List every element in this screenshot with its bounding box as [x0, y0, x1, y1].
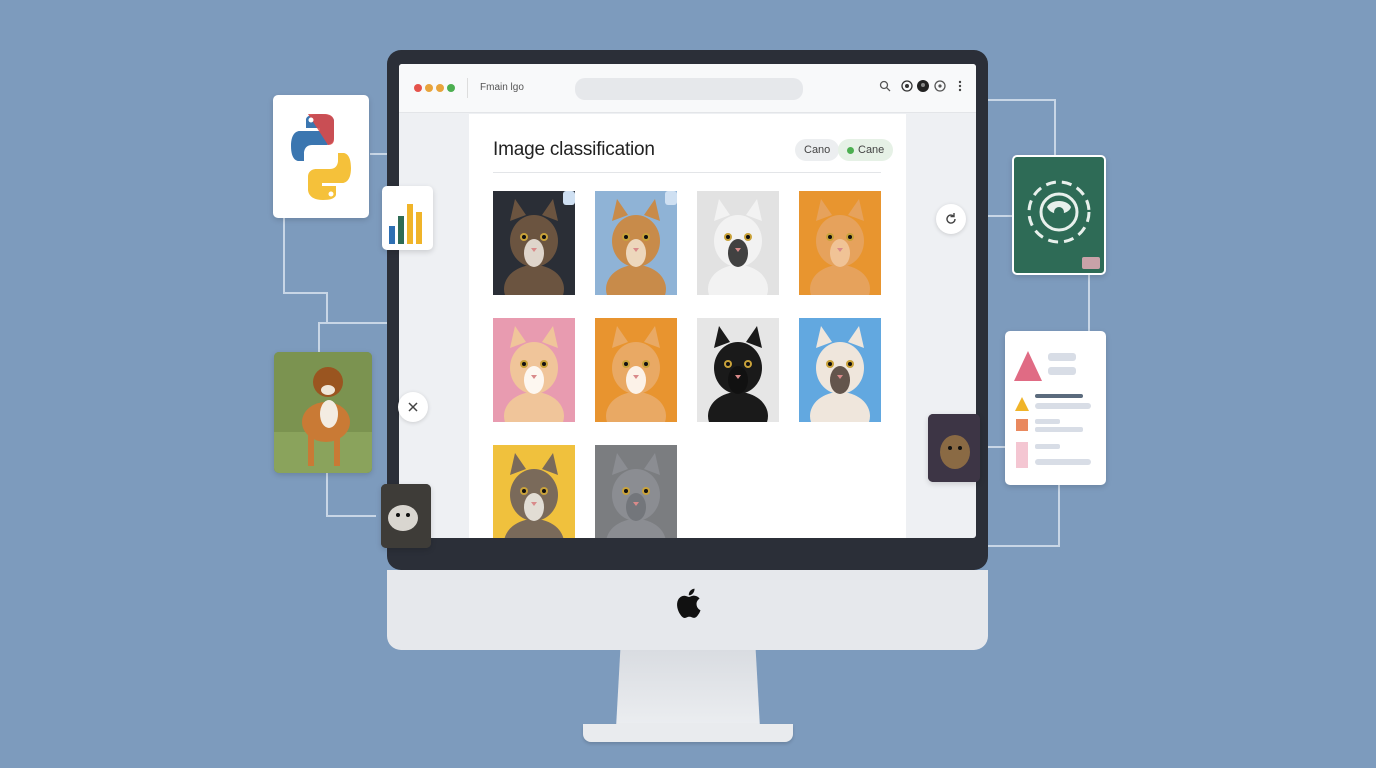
image-tile-orange-white-cat[interactable] — [493, 318, 575, 422]
address-bar[interactable] — [575, 78, 803, 100]
divider — [467, 78, 468, 98]
connector-line — [988, 99, 1056, 101]
close-dot[interactable] — [414, 84, 422, 92]
connector-line — [326, 292, 328, 324]
more-icon[interactable] — [954, 80, 966, 92]
animal-photo — [928, 414, 980, 482]
cat-photo — [606, 326, 666, 422]
search-icon[interactable] — [879, 80, 891, 92]
monitor-stand — [616, 650, 760, 728]
cat-photo — [708, 199, 768, 295]
extra-dot[interactable] — [436, 84, 444, 92]
bar-chart-card — [382, 186, 433, 250]
apple-logo-icon — [677, 588, 701, 618]
title-divider — [493, 172, 881, 173]
page-title: Image classification — [493, 139, 655, 160]
connector-line — [326, 515, 376, 517]
animal-photo — [381, 484, 431, 548]
report-card — [1005, 331, 1106, 485]
monitor-base — [583, 724, 793, 742]
screen: Fmain lgo Image classification Cano Cane — [399, 64, 976, 538]
profile-icon[interactable] — [901, 80, 913, 92]
maximize-dot[interactable] — [447, 84, 455, 92]
connector-line — [988, 215, 1014, 217]
image-tile-gray-cat[interactable] — [595, 445, 677, 538]
image-tile-ginger-white-cat[interactable] — [595, 318, 677, 422]
thumbnail — [1082, 257, 1100, 269]
brain-network-card — [1012, 155, 1106, 275]
check-circle-icon — [847, 146, 854, 154]
image-tile-orange-tabby-cat[interactable] — [595, 191, 677, 295]
connector-line — [283, 292, 328, 294]
connector-line — [1054, 99, 1056, 156]
image-tile-orange-cat[interactable] — [799, 191, 881, 295]
connector-line — [283, 218, 285, 293]
image-tile-siamese-cat[interactable] — [799, 318, 881, 422]
browser-titlebar: Fmain lgo — [399, 64, 976, 113]
python-logo-card — [273, 95, 369, 218]
cat-photo — [708, 326, 768, 422]
cat-photo — [810, 199, 870, 295]
python-logo-icon — [291, 114, 351, 200]
cat-photo — [504, 326, 564, 422]
selected-badge-icon — [665, 191, 677, 205]
minimize-dot[interactable] — [425, 84, 433, 92]
brain-network-icon — [1027, 180, 1091, 244]
cane-button-label: Cane — [858, 144, 885, 156]
monitor-chin — [387, 570, 988, 650]
connector-line — [1058, 485, 1060, 547]
image-tile-tabby-cat[interactable] — [493, 191, 575, 295]
cat-photo — [504, 199, 564, 295]
selected-badge-icon — [563, 191, 575, 205]
close-icon[interactable] — [398, 392, 428, 422]
cat-photo — [606, 453, 666, 538]
dog-photo — [274, 352, 372, 473]
window-title: Fmain lgo — [480, 82, 524, 93]
connector-line — [326, 472, 328, 516]
avatar-icon[interactable] — [917, 80, 929, 92]
connector-line — [318, 322, 320, 354]
cat-photo — [504, 453, 564, 538]
image-tile-black-cat[interactable] — [697, 318, 779, 422]
cano-button[interactable]: Cano — [795, 139, 840, 161]
refresh-icon[interactable] — [936, 204, 966, 234]
connector-line — [1088, 275, 1090, 331]
settings-icon[interactable] — [934, 80, 946, 92]
connector-line — [988, 545, 1060, 547]
classification-panel: Image classification Cano Cane — [469, 114, 906, 538]
bar-chart-icon — [389, 204, 422, 244]
cano-button-label: Cano — [804, 144, 831, 156]
cat-photo — [810, 326, 870, 422]
cane-button[interactable]: Cane — [838, 139, 894, 161]
image-tile-calico-cat[interactable] — [493, 445, 575, 538]
cat-photo — [606, 199, 666, 295]
report-icon — [1014, 351, 1091, 468]
image-tile-black-white-cat[interactable] — [697, 191, 779, 295]
